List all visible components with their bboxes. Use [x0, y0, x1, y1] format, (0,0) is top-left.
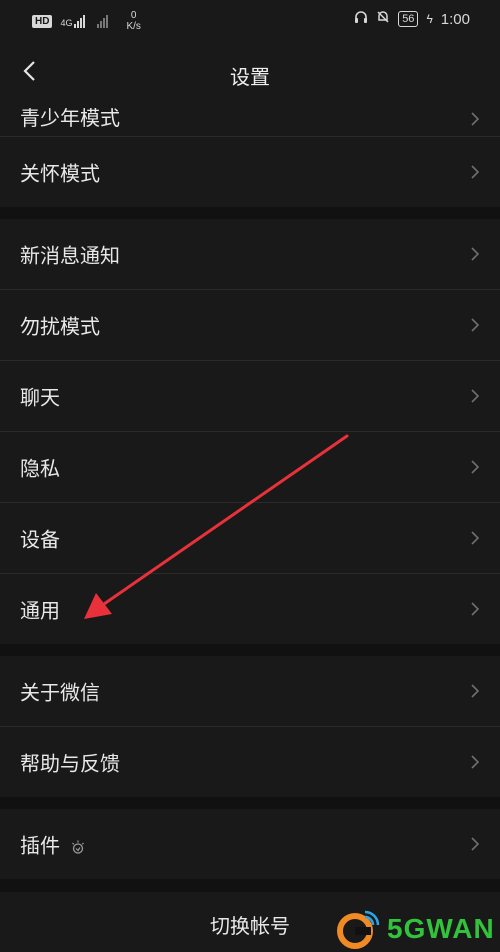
plugin-bulb-icon	[72, 840, 84, 854]
status-bar: HD 4G 0 K/s 56 ϟ 1:00	[0, 0, 500, 42]
settings-section: 插件	[0, 809, 500, 879]
setting-label: 关于微信	[20, 682, 100, 705]
setting-label: 插件	[20, 830, 86, 859]
chevron-right-icon	[471, 531, 480, 545]
section-gap	[0, 644, 500, 656]
setting-item-help-feedback[interactable]: 帮助与反馈	[0, 727, 500, 797]
chevron-right-icon	[471, 389, 480, 403]
chevron-right-icon	[471, 684, 480, 698]
setting-label: 通用	[20, 600, 60, 623]
watermark-logo-icon	[337, 910, 380, 949]
chevron-right-icon	[471, 460, 480, 474]
signal-2-icon	[97, 14, 109, 28]
mute-bell-icon	[376, 10, 390, 28]
nav-header: 设置	[0, 42, 500, 102]
clock: 1:00	[440, 10, 470, 28]
setting-item-chat[interactable]: 聊天	[0, 361, 500, 432]
chevron-right-icon	[471, 165, 480, 179]
signal-icon: 4G	[60, 14, 86, 28]
setting-item-devices[interactable]: 设备	[0, 503, 500, 574]
network-speed: 0 K/s	[126, 10, 141, 32]
setting-item-privacy[interactable]: 隐私	[0, 432, 500, 503]
chevron-right-icon	[471, 755, 480, 769]
setting-label: 青少年模式	[20, 108, 120, 130]
watermark-text: 5GWAN	[387, 913, 495, 944]
setting-label: 设备	[20, 529, 60, 552]
chevron-right-icon	[471, 247, 480, 261]
setting-item-plugins[interactable]: 插件	[0, 809, 500, 879]
setting-label: 帮助与反馈	[20, 753, 120, 776]
setting-label: 勿扰模式	[20, 316, 100, 339]
setting-label: 关怀模式	[20, 163, 100, 186]
setting-item-notifications[interactable]: 新消息通知	[0, 219, 500, 290]
setting-label: 新消息通知	[20, 245, 120, 268]
chevron-right-icon	[471, 602, 480, 616]
chevron-right-icon	[471, 318, 480, 332]
setting-item-do-not-disturb[interactable]: 勿扰模式	[0, 290, 500, 361]
setting-item-general[interactable]: 通用	[0, 574, 500, 644]
chevron-right-icon	[471, 112, 480, 126]
watermark: 5GWAN	[335, 906, 500, 952]
setting-label: 聊天	[20, 387, 60, 410]
setting-item-care-mode[interactable]: 关怀模式	[0, 137, 500, 207]
setting-label: 隐私	[20, 458, 60, 481]
section-gap	[0, 207, 500, 219]
settings-list: 青少年模式 关怀模式 新消息通知 勿扰模式 聊天 隐私 设备 通用 关于微信 帮…	[0, 102, 500, 879]
chevron-right-icon	[471, 837, 480, 851]
hd-badge: HD	[32, 14, 53, 28]
headphones-icon	[354, 10, 368, 28]
battery-indicator: 56	[398, 11, 419, 27]
setting-item-youth-mode[interactable]: 青少年模式	[0, 102, 500, 137]
section-gap	[0, 797, 500, 809]
setting-item-about[interactable]: 关于微信	[0, 656, 500, 727]
settings-section: 新消息通知 勿扰模式 聊天 隐私 设备 通用	[0, 219, 500, 644]
page-title: 设置	[230, 67, 270, 89]
settings-section: 关于微信 帮助与反馈	[0, 656, 500, 797]
settings-section: 青少年模式 关怀模式	[0, 102, 500, 207]
charging-icon: ϟ	[426, 12, 433, 26]
signal-label: 4G	[60, 18, 73, 28]
